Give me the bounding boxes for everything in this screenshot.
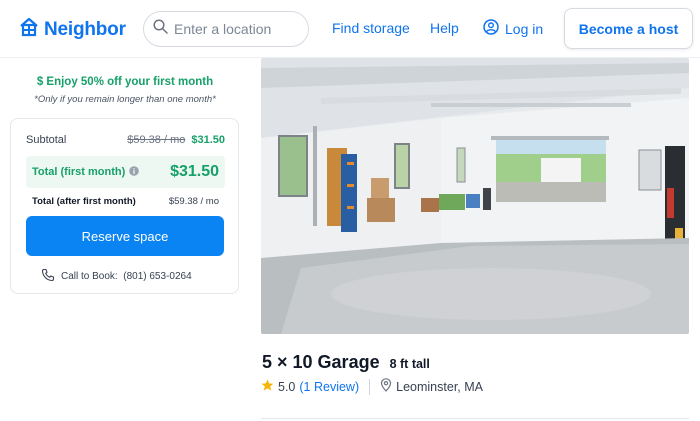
subtotal-values: $59.38 / mo $31.50	[127, 134, 225, 146]
location-input[interactable]	[174, 21, 299, 37]
rating-value: 5.0	[278, 379, 296, 394]
promo-note: *Only if you remain longer than one mont…	[34, 94, 216, 105]
listing-photo[interactable]	[261, 58, 689, 334]
total-first-month-label: Total (first month)	[32, 166, 126, 178]
site-header: Neighbor Find storage Help Log in Become…	[0, 0, 700, 58]
location-search[interactable]	[143, 11, 309, 47]
search-icon	[153, 19, 168, 39]
login-link[interactable]: Log in	[483, 19, 543, 38]
subtotal-original: $59.38 / mo	[127, 134, 186, 146]
total-after-row: Total (after first month) $59.38 / mo	[32, 196, 219, 207]
call-text: Call to Book: (801) 653-0264	[61, 271, 192, 282]
meta-separator	[369, 378, 371, 395]
listing-location: Leominster, MA	[396, 379, 483, 394]
listing-height: 8 ft tall	[389, 357, 430, 371]
neighbor-logo[interactable]: Neighbor	[19, 17, 126, 42]
house-icon	[19, 17, 39, 42]
call-to-book[interactable]: Call to Book: (801) 653-0264	[41, 268, 192, 285]
listing-meta-row: 5.0 (1 Review) Leominster, MA	[261, 378, 483, 395]
location-pin-icon	[380, 378, 392, 395]
total-after-amount: $59.38 / mo	[168, 196, 219, 207]
total-after-label: Total (after first month)	[32, 196, 136, 207]
subtotal-discounted: $31.50	[191, 134, 225, 146]
reserve-space-button[interactable]: Reserve space	[26, 216, 224, 256]
nav-find-storage[interactable]: Find storage	[332, 20, 410, 36]
listing-title-row: 5 × 10 Garage 8 ft tall	[262, 352, 430, 373]
subtotal-row: Subtotal $59.38 / mo $31.50	[26, 134, 225, 146]
total-first-month-row: Total (first month) $31.50	[26, 156, 225, 188]
reviews-link[interactable]: (1 Review)	[299, 380, 359, 394]
become-host-button[interactable]: Become a host	[564, 8, 693, 49]
subtotal-label: Subtotal	[26, 134, 67, 146]
user-circle-icon	[483, 19, 499, 38]
info-icon[interactable]	[129, 165, 140, 179]
total-first-month-label-group: Total (first month)	[32, 165, 140, 179]
nav-help[interactable]: Help	[430, 20, 459, 36]
price-card: Subtotal $59.38 / mo $31.50 Total (first …	[10, 118, 239, 294]
total-first-month-amount: $31.50	[170, 163, 219, 180]
booking-panel: $ Enjoy 50% off your first month *Only i…	[0, 58, 250, 421]
star-icon	[261, 379, 274, 395]
logo-text: Neighbor	[44, 18, 126, 40]
login-label: Log in	[505, 20, 544, 37]
phone-icon	[41, 268, 55, 285]
listing-title: 5 × 10 Garage	[262, 352, 380, 372]
promo-headline: $ Enjoy 50% off your first month	[36, 76, 214, 88]
section-divider	[261, 418, 689, 419]
